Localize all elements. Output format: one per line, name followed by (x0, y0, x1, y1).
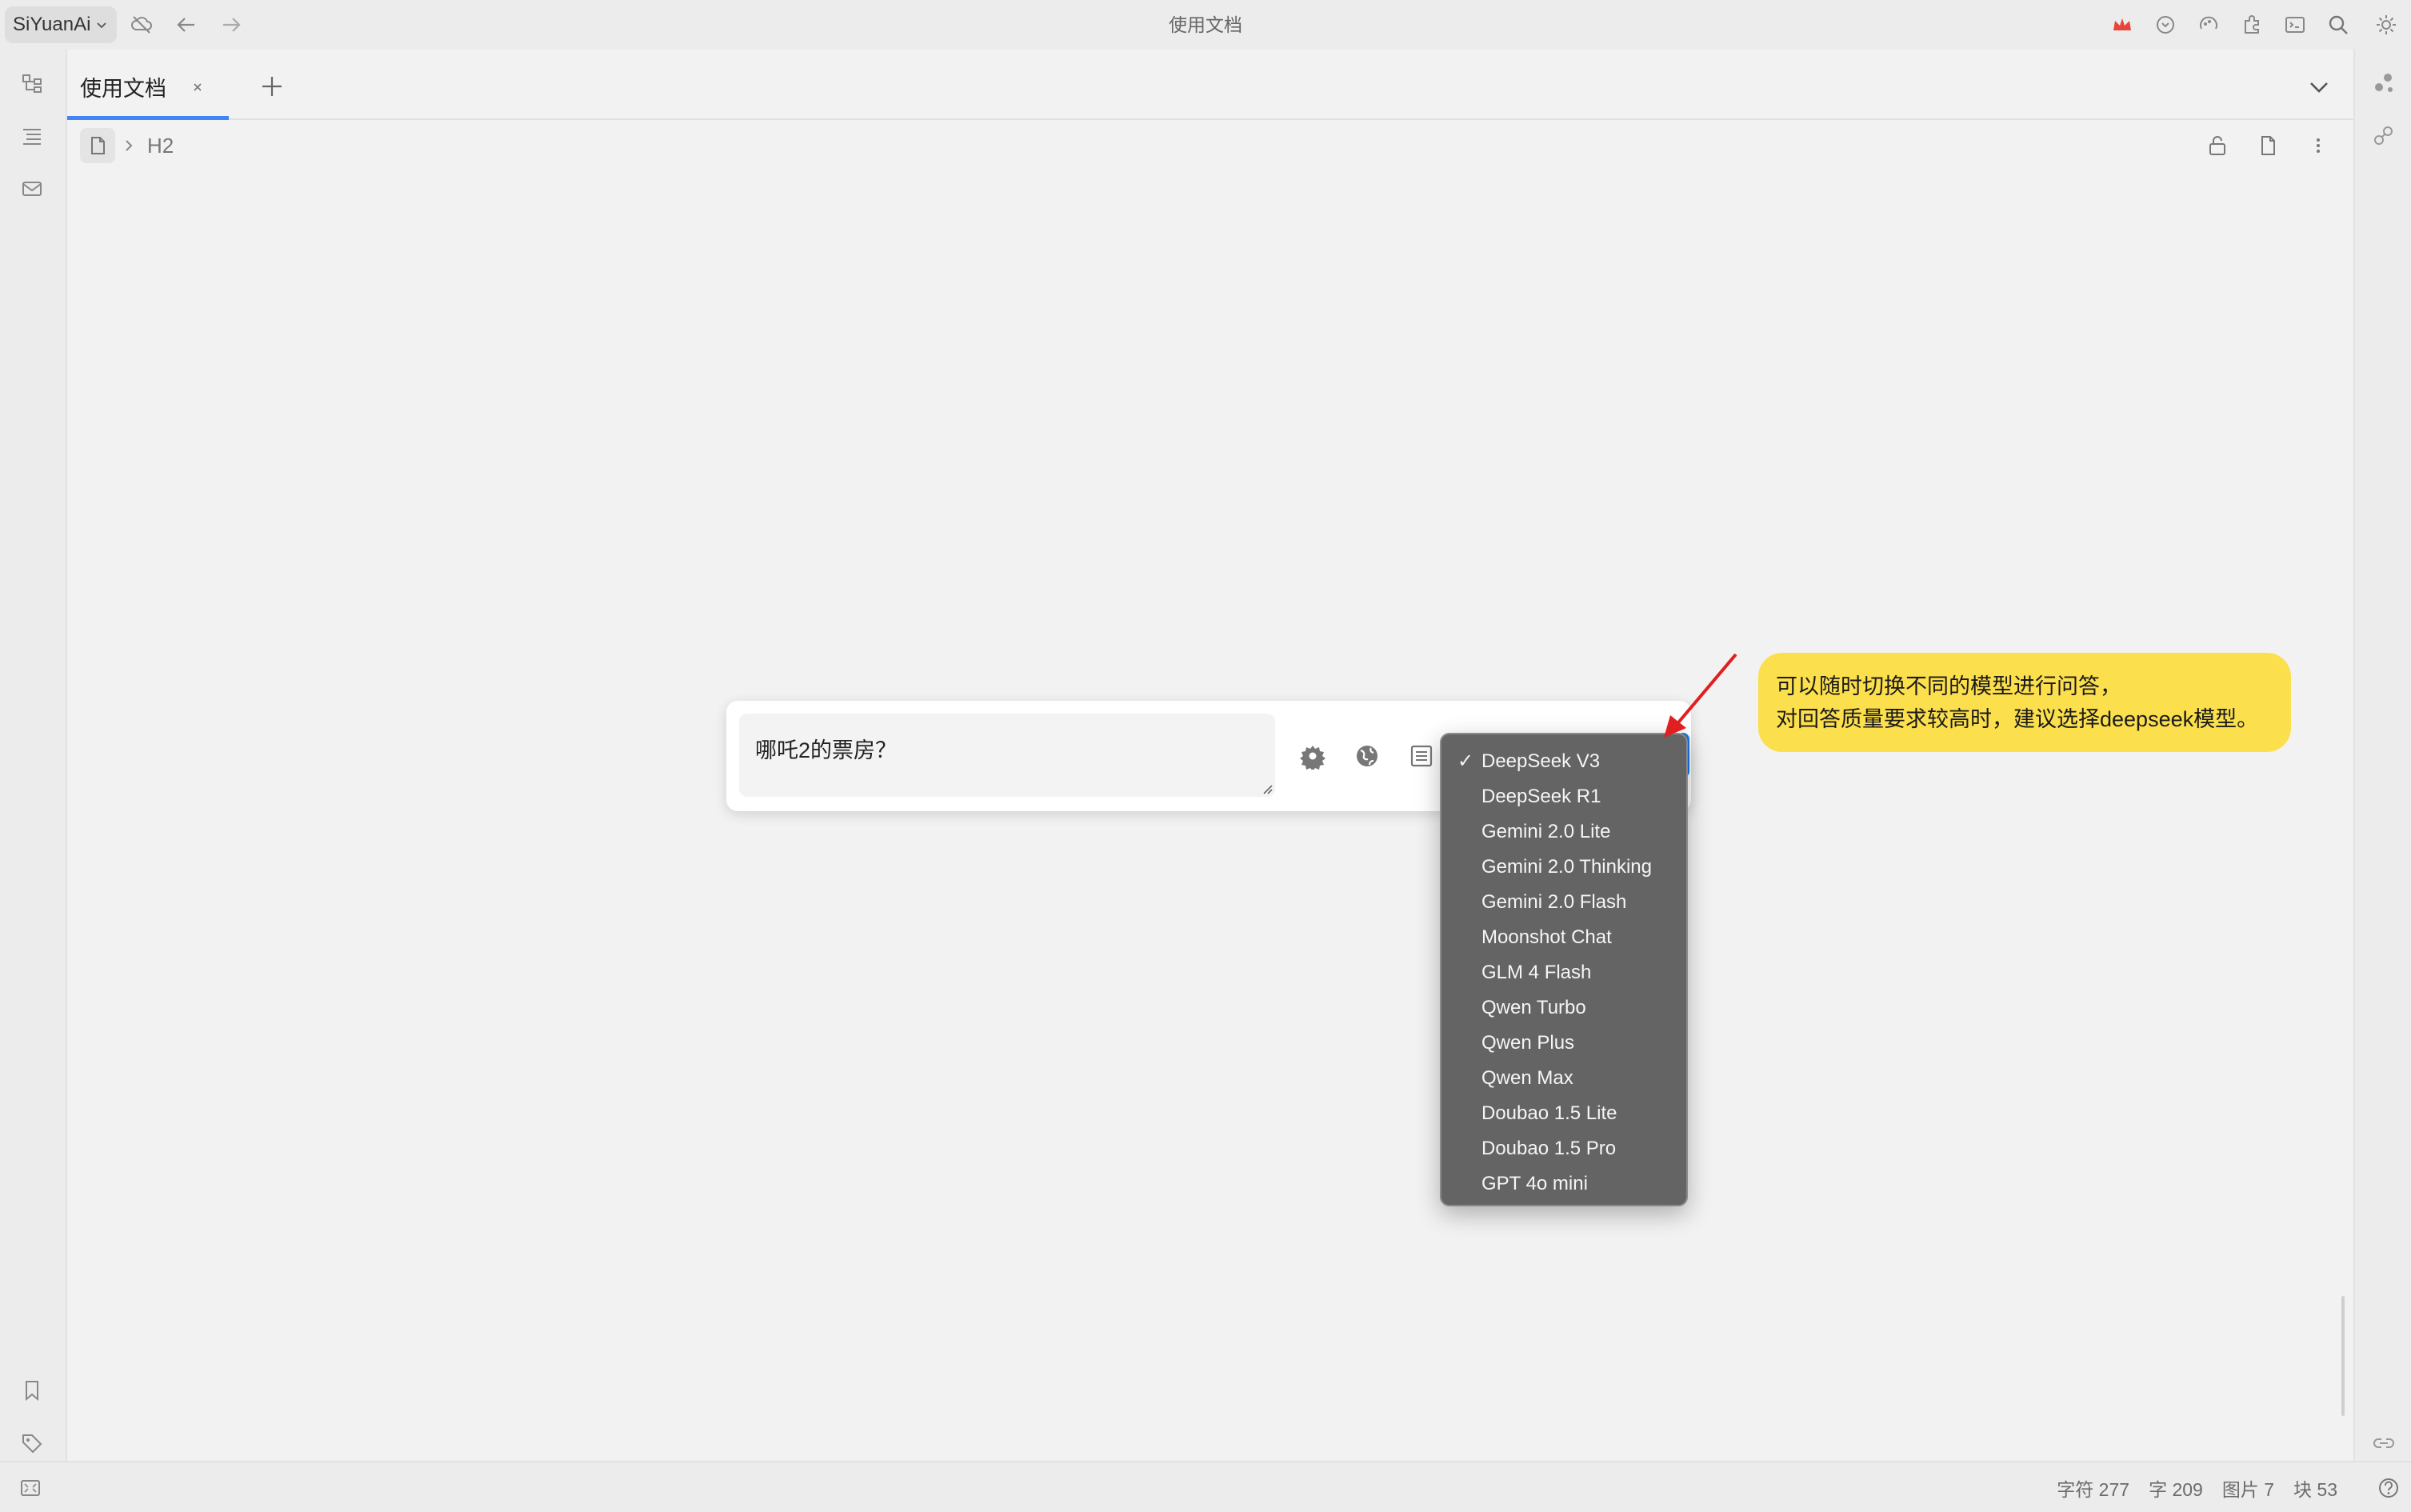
help-icon[interactable] (2373, 1472, 2405, 1504)
backlink-icon[interactable] (2368, 1427, 2400, 1459)
sun-icon[interactable] (2373, 11, 2400, 38)
resize-grip-icon[interactable] (1261, 782, 1273, 795)
chat-input[interactable]: 哪吒2的票房？ (739, 714, 1275, 797)
document-stats: 字符 277 字 209 图片 7 块 53 (2057, 1462, 2337, 1512)
model-option[interactable]: Doubao 1.5 Lite (1441, 1096, 1686, 1131)
back-arrow-icon[interactable] (173, 11, 200, 38)
terminal-icon[interactable] (2281, 11, 2309, 38)
doc-info-icon[interactable] (2250, 128, 2285, 163)
tab-bar: 使用文档 (67, 50, 2353, 120)
plugin-icon[interactable] (2238, 11, 2265, 38)
word-count: 字 209 (2149, 1479, 2203, 1500)
model-option[interactable]: Qwen Plus (1441, 1026, 1686, 1061)
more-vertical-icon[interactable] (2301, 128, 2336, 163)
document-icon[interactable] (80, 128, 115, 163)
model-option[interactable]: Qwen Turbo (1441, 990, 1686, 1026)
breadcrumb-heading[interactable]: H2 (147, 134, 174, 158)
left-dock (0, 50, 67, 1461)
global-graph-icon[interactable] (2368, 120, 2400, 152)
scrollbar[interactable] (2341, 1296, 2345, 1416)
workspace-name: SiYuanAi (13, 14, 91, 35)
block-count: 块 53 (2293, 1479, 2337, 1500)
model-option[interactable]: Doubao 1.5 Pro (1441, 1131, 1686, 1166)
title-bar: SiYuanAi 使用文档 (0, 0, 2411, 50)
right-dock (2353, 50, 2411, 1461)
globe-icon[interactable] (1349, 738, 1385, 774)
callout-line-1: 可以随时切换不同的模型进行问答， (1776, 674, 2121, 698)
tab-usage-doc[interactable]: 使用文档 (67, 58, 229, 120)
breadcrumb: H2 (80, 128, 174, 163)
theme-icon[interactable] (2195, 11, 2222, 38)
model-dropdown: ✓ DeepSeek V3 DeepSeek R1 Gemini 2.0 Lite… (1440, 733, 1688, 1206)
tab-label: 使用文档 (80, 77, 166, 101)
callout-line-2: 对回答质量要求较高时，建议选择deepseek模型。 (1776, 707, 2259, 731)
search-icon[interactable] (2325, 11, 2352, 38)
char-count: 字符 277 (2057, 1479, 2130, 1500)
graph-view-icon[interactable] (2368, 67, 2400, 99)
model-option[interactable]: GLM 4 Flash (1441, 955, 1686, 990)
model-option[interactable]: GPT 4o mini (1441, 1166, 1686, 1202)
check-icon: ✓ (1457, 750, 1474, 772)
window-title: 使用文档 (1169, 14, 1242, 35)
model-option[interactable]: Moonshot Chat (1441, 920, 1686, 955)
inbox-icon[interactable] (16, 173, 48, 205)
image-count: 图片 7 (2221, 1479, 2275, 1500)
close-icon[interactable] (186, 75, 210, 99)
model-option[interactable]: Gemini 2.0 Thinking (1441, 850, 1686, 885)
crown-icon[interactable] (2109, 11, 2136, 38)
status-bar: 字符 277 字 209 图片 7 块 53 (0, 1461, 2411, 1512)
cloud-sync-off-icon[interactable] (128, 11, 155, 38)
document-lines-icon[interactable] (1403, 738, 1440, 774)
annotation-arrow (1656, 648, 1744, 744)
chevron-right-icon (120, 137, 138, 154)
outline-icon[interactable] (16, 120, 48, 152)
tag-icon[interactable] (16, 1427, 48, 1459)
download-circle-icon[interactable] (2152, 11, 2179, 38)
model-option[interactable]: DeepSeek R1 (1441, 779, 1686, 814)
model-option[interactable]: Gemini 2.0 Lite (1441, 814, 1686, 850)
chevron-down-icon (95, 18, 108, 31)
annotation-callout: 可以随时切换不同的模型进行问答， 对回答质量要求较高时，建议选择deepseek… (1758, 653, 2291, 752)
unlock-icon[interactable] (2200, 128, 2235, 163)
tabs-dropdown-icon[interactable] (2299, 67, 2339, 107)
forward-arrow-icon[interactable] (218, 11, 245, 38)
file-tree-icon[interactable] (16, 67, 48, 99)
model-option[interactable]: Qwen Max (1441, 1061, 1686, 1096)
bookmark-icon[interactable] (16, 1374, 48, 1406)
model-option[interactable]: Gemini 2.0 Flash (1441, 885, 1686, 920)
model-option[interactable]: ✓ DeepSeek V3 (1441, 744, 1686, 779)
gear-icon[interactable] (1294, 738, 1331, 774)
dock-toggle-icon[interactable] (14, 1472, 46, 1504)
add-tab-button[interactable] (251, 66, 293, 107)
workspace-switcher[interactable]: SiYuanAi (5, 6, 117, 43)
